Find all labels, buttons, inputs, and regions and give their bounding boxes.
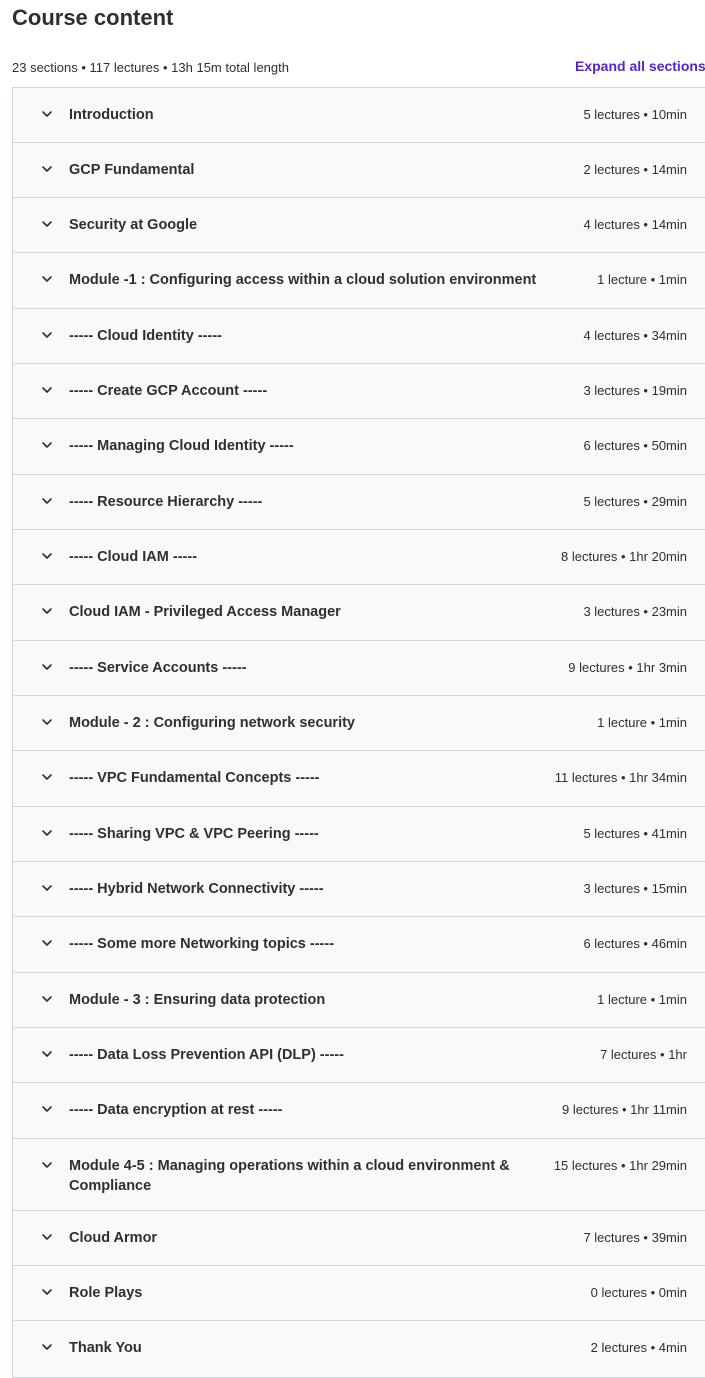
section-title: ----- Hybrid Network Connectivity ----- — [69, 881, 324, 897]
chevron-down-icon — [40, 328, 54, 342]
section-title: Module -1 : Configuring access within a … — [69, 272, 537, 288]
section-meta: 5 lectures • 41min — [583, 826, 687, 841]
chevron-down-icon — [40, 383, 54, 397]
section-title: ----- Sharing VPC & VPC Peering ----- — [69, 826, 319, 842]
section-meta: 4 lectures • 14min — [583, 217, 687, 232]
section-title: ----- Data Loss Prevention API (DLP) ---… — [69, 1047, 344, 1063]
chevron-down-icon — [40, 162, 54, 176]
chevron-down-icon — [40, 770, 54, 784]
section-meta: 5 lectures • 10min — [583, 107, 687, 122]
section-row[interactable]: ----- VPC Fundamental Concepts ----- 11 l… — [13, 751, 705, 807]
section-row[interactable]: Cloud IAM - Privileged Access Manager 3 l… — [13, 585, 705, 641]
chevron-down-icon — [40, 660, 54, 674]
section-title: Cloud Armor — [69, 1230, 158, 1246]
section-title: ----- Cloud Identity ----- — [69, 328, 223, 344]
chevron-down-icon — [40, 936, 54, 950]
chevron-down-icon — [40, 604, 54, 618]
chevron-down-icon — [40, 272, 54, 286]
section-row[interactable]: Thank You 2 lectures • 4min — [13, 1321, 705, 1377]
chevron-down-icon — [40, 1230, 54, 1244]
chevron-down-icon — [40, 1285, 54, 1299]
section-meta: 8 lectures • 1hr 20min — [561, 549, 687, 564]
section-meta: 9 lectures • 1hr 11min — [562, 1102, 687, 1117]
chevron-down-icon — [40, 992, 54, 1006]
section-row[interactable]: Module -1 : Configuring access within a … — [13, 253, 705, 309]
section-row[interactable]: GCP Fundamental 2 lectures • 14min — [13, 143, 705, 198]
chevron-down-icon — [40, 438, 54, 452]
section-title: Security at Google — [69, 217, 198, 233]
section-meta: 7 lectures • 1hr — [600, 1047, 687, 1062]
section-row[interactable]: ----- Cloud IAM ----- 8 lectures • 1hr 20… — [13, 530, 705, 585]
section-title: Module - 2 : Configuring network securit… — [69, 715, 355, 731]
chevron-down-icon — [40, 217, 54, 231]
section-meta: 6 lectures • 50min — [583, 438, 687, 453]
section-row[interactable]: Module 4-5 : Managing operations within … — [13, 1139, 705, 1211]
section-meta: 15 lectures • 1hr 29min — [553, 1158, 687, 1173]
section-row[interactable]: Cloud Armor 7 lectures • 39min — [13, 1211, 705, 1266]
section-meta: 3 lectures • 19min — [583, 383, 687, 398]
chevron-down-icon — [40, 1340, 54, 1354]
section-row[interactable]: Introduction 5 lectures • 10min — [13, 88, 705, 143]
chevron-down-icon — [40, 107, 54, 121]
section-title: Role Plays — [69, 1285, 143, 1301]
section-meta: 11 lectures • 1hr 34min — [554, 770, 687, 785]
section-meta: 7 lectures • 39min — [583, 1230, 687, 1245]
course-content-panel: Course content 23 sections • 117 lecture… — [0, 0, 705, 1378]
section-title: ----- Create GCP Account ----- — [69, 383, 268, 399]
section-meta: 9 lectures • 1hr 3min — [568, 660, 687, 675]
section-row[interactable]: ----- Some more Networking topics ----- 6… — [13, 917, 705, 973]
section-title: ----- Cloud IAM ----- — [69, 549, 198, 565]
section-list: Introduction 5 lectures • 10min GCP Fundam… — [12, 87, 705, 1378]
section-row[interactable]: Role Plays 0 lectures • 0min — [13, 1266, 705, 1321]
section-title: ----- Resource Hierarchy ----- — [69, 494, 263, 510]
section-row[interactable]: ----- Sharing VPC & VPC Peering ----- 5 l… — [13, 807, 705, 862]
section-meta: 3 lectures • 23min — [583, 604, 687, 619]
section-title: ----- Data encryption at rest ----- — [69, 1102, 283, 1118]
section-row[interactable]: ----- Data encryption at rest ----- 9 lec… — [13, 1083, 705, 1139]
section-meta: 3 lectures • 15min — [583, 881, 687, 896]
chevron-down-icon — [40, 715, 54, 729]
chevron-down-icon — [40, 881, 54, 895]
section-title: Thank You — [69, 1340, 142, 1356]
section-row[interactable]: ----- Hybrid Network Connectivity ----- 3… — [13, 862, 705, 917]
section-title: ----- VPC Fundamental Concepts ----- — [69, 770, 320, 786]
section-title: ----- Service Accounts ----- — [69, 660, 247, 676]
chevron-down-icon — [40, 549, 54, 563]
section-title: Module - 3 : Ensuring data protection — [69, 992, 326, 1008]
chevron-down-icon — [40, 1047, 54, 1061]
section-row[interactable]: ----- Resource Hierarchy ----- 5 lectures… — [13, 475, 705, 530]
section-row[interactable]: ----- Create GCP Account ----- 3 lectures… — [13, 364, 705, 419]
section-row[interactable]: ----- Service Accounts ----- 9 lectures •… — [13, 641, 705, 696]
course-summary-row: 23 sections • 117 lectures • 13h 15m tot… — [12, 58, 705, 78]
section-row[interactable]: Security at Google 4 lectures • 14min — [13, 198, 705, 253]
section-row[interactable]: ----- Managing Cloud Identity ----- 6 lec… — [13, 419, 705, 475]
section-title: ----- Managing Cloud Identity ----- — [69, 438, 294, 454]
course-summary: 23 sections • 117 lectures • 13h 15m tot… — [12, 60, 289, 75]
section-meta: 2 lectures • 14min — [583, 162, 687, 177]
expand-all-sections-button[interactable]: Expand all sections — [575, 58, 705, 74]
section-title: GCP Fundamental — [69, 162, 195, 178]
section-title: Cloud IAM - Privileged Access Manager — [69, 604, 341, 620]
section-meta: 6 lectures • 46min — [583, 936, 687, 951]
chevron-down-icon — [40, 1158, 54, 1172]
section-meta: 4 lectures • 34min — [583, 328, 687, 343]
section-title: ----- Some more Networking topics ----- — [69, 936, 335, 952]
section-title: Module 4-5 : Managing operations within … — [69, 1158, 510, 1194]
section-meta: 1 lecture • 1min — [597, 715, 687, 730]
section-row[interactable]: Module - 2 : Configuring network securit… — [13, 696, 705, 751]
section-meta: 0 lectures • 0min — [590, 1285, 687, 1300]
chevron-down-icon — [40, 826, 54, 840]
chevron-down-icon — [40, 494, 54, 508]
section-meta: 2 lectures • 4min — [590, 1340, 687, 1355]
section-meta: 5 lectures • 29min — [583, 494, 687, 509]
section-row[interactable]: Module - 3 : Ensuring data protection 1 l… — [13, 973, 705, 1028]
section-meta: 1 lecture • 1min — [597, 992, 687, 1007]
section-row[interactable]: ----- Data Loss Prevention API (DLP) ---… — [13, 1028, 705, 1083]
section-meta: 1 lecture • 1min — [597, 272, 687, 287]
chevron-down-icon — [40, 1102, 54, 1116]
section-title: Introduction — [69, 107, 154, 123]
page-title: Course content — [12, 5, 174, 30]
section-row[interactable]: ----- Cloud Identity ----- 4 lectures • 3… — [13, 309, 705, 364]
